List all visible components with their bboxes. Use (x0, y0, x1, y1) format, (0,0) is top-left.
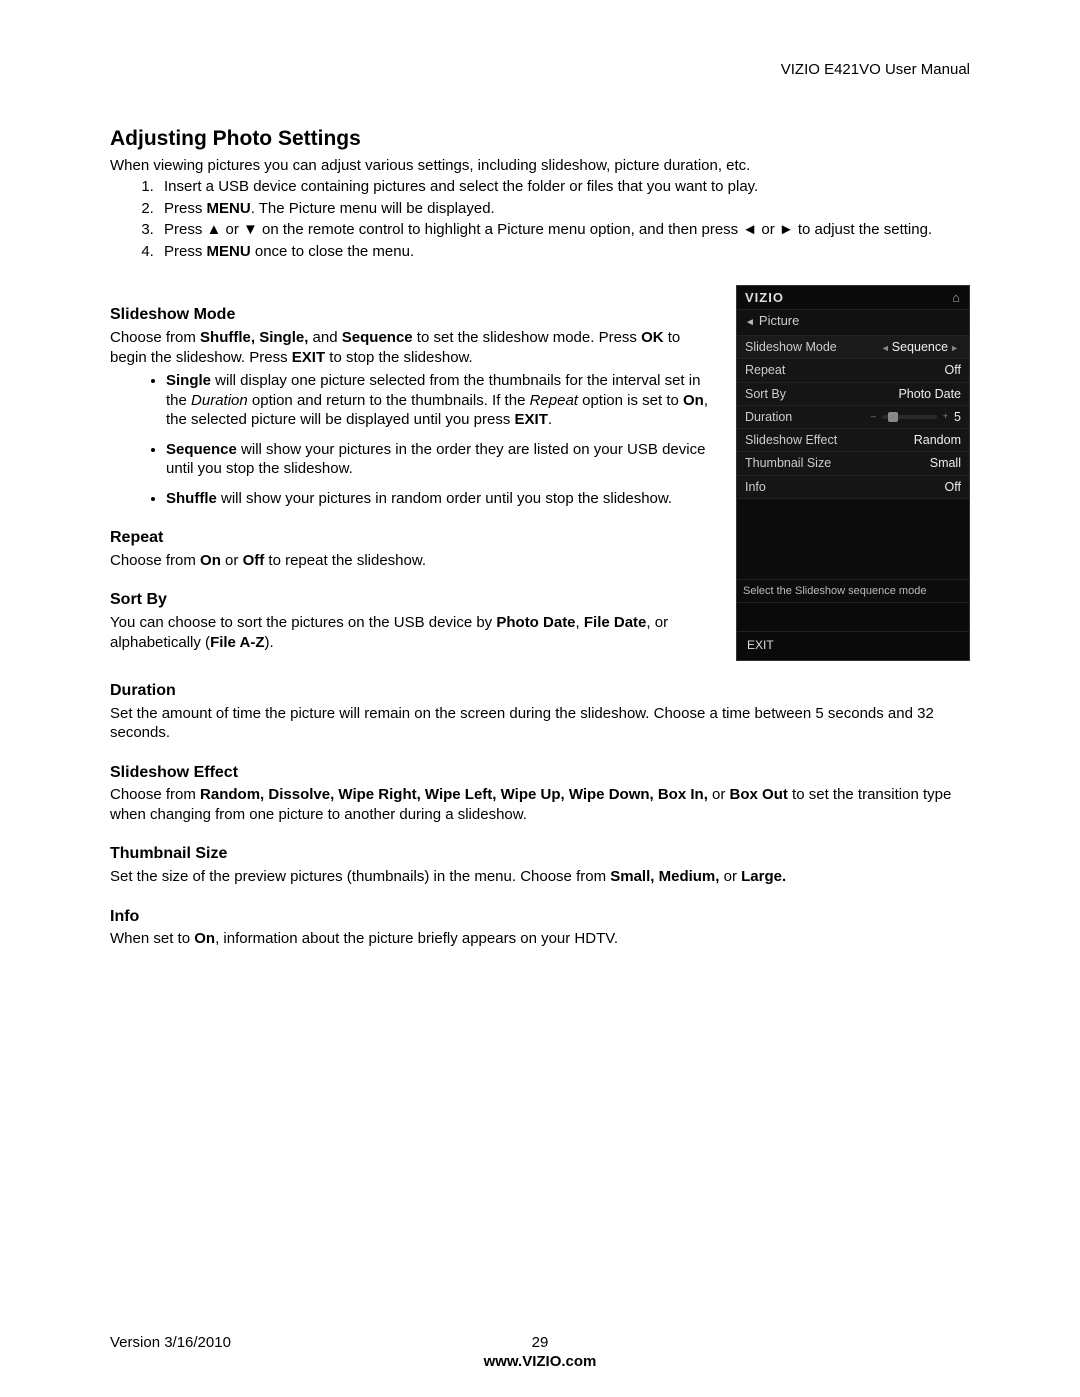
sortby-heading: Sort By (110, 590, 718, 611)
thumb-paragraph: Set the size of the preview pictures (th… (110, 867, 970, 887)
osd-hint: Select the Slideshow sequence mode (737, 580, 969, 603)
step-2: Press MENU. The Picture menu will be dis… (158, 199, 970, 219)
steps-list: Insert a USB device containing pictures … (138, 177, 970, 261)
plus-icon: + (941, 411, 950, 423)
osd-breadcrumb: ◄ Picture (737, 310, 969, 336)
left-icon: ◄ (879, 343, 892, 353)
page-number: 29 (532, 1334, 549, 1351)
osd-row-repeat: Repeat Off (737, 359, 969, 382)
osd-label: Repeat (745, 362, 785, 378)
home-icon: ⌂ (952, 290, 961, 307)
osd-spacer (737, 499, 969, 580)
osd-value: Off (945, 479, 961, 495)
osd-label: Info (745, 479, 766, 495)
osd-value: ◄Sequence► (879, 339, 961, 355)
page-title: Adjusting Photo Settings (110, 125, 970, 152)
info-heading: Info (110, 907, 970, 928)
osd-panel: VIZIO ⌂ ◄ Picture Slideshow Mode ◄Sequenc… (736, 285, 970, 660)
osd-breadcrumb-label: Picture (759, 313, 799, 328)
osd-label: Sort By (745, 386, 786, 402)
right-icon: ► (948, 343, 961, 353)
osd-value: Photo Date (898, 386, 961, 402)
footer-url: www.VIZIO.com (110, 1352, 970, 1372)
page-header-right: VIZIO E421VO User Manual (110, 60, 970, 80)
osd-label: Slideshow Effect (745, 432, 837, 448)
bullet-single: Single will display one picture selected… (166, 371, 718, 430)
back-icon: ◄ (745, 317, 755, 328)
effect-paragraph: Choose from Random, Dissolve, Wipe Right… (110, 785, 970, 824)
osd-duration-slider: – + 5 (869, 409, 961, 425)
osd-label: Slideshow Mode (745, 339, 837, 355)
effect-heading: Slideshow Effect (110, 763, 970, 784)
slideshow-mode-paragraph: Choose from Shuffle, Single, and Sequenc… (110, 328, 718, 367)
osd-label: Duration (745, 409, 792, 425)
step-1: Insert a USB device containing pictures … (158, 177, 970, 197)
osd-label: Thumbnail Size (745, 455, 831, 471)
duration-paragraph: Set the amount of time the picture will … (110, 704, 970, 743)
osd-row-slideshow-mode: Slideshow Mode ◄Sequence► (737, 336, 969, 359)
step-3: Press ▲ or ▼ on the remote control to hi… (158, 220, 970, 240)
bullet-sequence: Sequence will show your pictures in the … (166, 440, 718, 479)
osd-row-thumb: Thumbnail Size Small (737, 452, 969, 475)
osd-value: Small (930, 455, 961, 471)
bullet-shuffle: Shuffle will show your pictures in rando… (166, 489, 718, 509)
osd-row-sortby: Sort By Photo Date (737, 383, 969, 406)
minus-icon: – (869, 411, 878, 423)
info-paragraph: When set to On, information about the pi… (110, 929, 970, 949)
osd-titlebar: VIZIO ⌂ (737, 286, 969, 310)
sortby-paragraph: You can choose to sort the pictures on t… (110, 613, 718, 652)
repeat-heading: Repeat (110, 528, 718, 549)
osd-row-effect: Slideshow Effect Random (737, 429, 969, 452)
osd-spacer (737, 603, 969, 632)
duration-heading: Duration (110, 681, 970, 702)
slideshow-mode-bullets: Single will display one picture selected… (146, 371, 718, 508)
step-4: Press MENU once to close the menu. (158, 242, 970, 262)
osd-exit: EXIT (737, 632, 969, 660)
osd-row-duration: Duration – + 5 (737, 406, 969, 429)
osd-row-info: Info Off (737, 476, 969, 499)
slideshow-mode-heading: Slideshow Mode (110, 305, 718, 326)
footer-center: 29 www.VIZIO.com (110, 1333, 970, 1372)
repeat-paragraph: Choose from On or Off to repeat the slid… (110, 551, 718, 571)
thumb-heading: Thumbnail Size (110, 844, 970, 865)
osd-value: Random (914, 432, 961, 448)
osd-brand: VIZIO (745, 290, 784, 307)
osd-value: Off (945, 362, 961, 378)
intro-paragraph: When viewing pictures you can adjust var… (110, 156, 970, 176)
page-footer: Version 3/16/2010 29 www.VIZIO.com (110, 1333, 970, 1353)
osd-value: 5 (954, 409, 961, 425)
